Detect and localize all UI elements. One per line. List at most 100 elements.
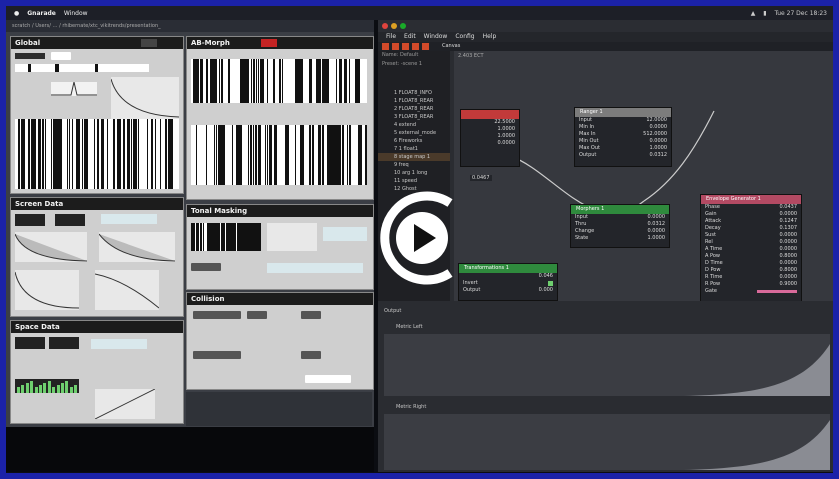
sidebar-item[interactable]: 7 1 float1 bbox=[378, 145, 450, 153]
global-toggle[interactable] bbox=[141, 39, 157, 47]
menu-file[interactable]: File bbox=[386, 32, 396, 42]
node-value[interactable]: 0.046 bbox=[539, 273, 553, 280]
menu-window[interactable]: Window bbox=[64, 10, 88, 17]
canvas-tab[interactable]: Canvas bbox=[442, 43, 460, 49]
close-icon[interactable] bbox=[382, 23, 388, 29]
sidebar-item[interactable]: 4 extend bbox=[378, 121, 450, 129]
node-row: Invert bbox=[459, 280, 557, 287]
tool-button-1[interactable] bbox=[382, 43, 389, 50]
scope-pane-title: Output bbox=[384, 308, 402, 314]
node-label: Input bbox=[579, 117, 592, 123]
sidebar-item[interactable]: 8 stage map 1 bbox=[378, 153, 450, 161]
sidebar-item[interactable]: 10 arg 1 long bbox=[378, 169, 450, 177]
collision-control-3[interactable] bbox=[301, 311, 321, 319]
node-value[interactable]: 12.0000 bbox=[646, 117, 667, 124]
node-value[interactable]: 0.0000 bbox=[648, 228, 666, 235]
ab-morph-toggle[interactable] bbox=[261, 39, 277, 47]
max-titlebar: scratch / Users/ … / rhibernate/xtc_viki… bbox=[6, 20, 374, 32]
app-name[interactable]: Gnarade bbox=[27, 10, 56, 17]
global-button[interactable] bbox=[51, 52, 71, 60]
node-morphers-header[interactable]: Morphers 1 bbox=[571, 205, 669, 214]
node-constant-header[interactable] bbox=[461, 110, 519, 119]
node-value[interactable]: 0.0000 bbox=[650, 138, 668, 145]
collision-control-2[interactable] bbox=[247, 311, 267, 319]
sidebar-item[interactable]: 5 external_mode bbox=[378, 129, 450, 137]
node-value[interactable]: 0.0312 bbox=[648, 221, 666, 228]
node-constant[interactable]: 22.5000 1.0000 1.0000 0.0000 bbox=[460, 109, 520, 167]
node-canvas[interactable]: 2.403 ECT 22.5000 1.0000 1.0000 0.0000 0… bbox=[454, 51, 833, 301]
sidebar-item[interactable]: 3 FLOAT8_REAR bbox=[378, 113, 450, 121]
scope-2-label[interactable]: Metric Right bbox=[396, 404, 426, 410]
menu-help[interactable]: Help bbox=[483, 32, 497, 42]
wifi-icon[interactable]: ▲ bbox=[751, 10, 756, 17]
clock[interactable]: Tue 27 Dec 18:23 bbox=[774, 10, 827, 17]
node-ranger[interactable]: Ranger 1 Input 12.0000 Min In 0.0000 Max I… bbox=[574, 107, 672, 167]
menu-edit[interactable]: Edit bbox=[404, 32, 416, 42]
node-value[interactable]: 0.0000 bbox=[780, 260, 798, 267]
node-value[interactable]: 0.8000 bbox=[780, 253, 798, 260]
node-value[interactable]: 0.0312 bbox=[650, 152, 668, 159]
tool-button-2[interactable] bbox=[392, 43, 399, 50]
tonal-field[interactable] bbox=[267, 263, 363, 273]
tool-button-3[interactable] bbox=[402, 43, 409, 50]
node-morphers[interactable]: Morphers 1 Input 0.0000 Thru 0.0312 Change… bbox=[570, 204, 670, 248]
node-value[interactable]: 0.9000 bbox=[780, 281, 798, 288]
node-value[interactable]: 1.0000 bbox=[498, 133, 516, 140]
menu-config[interactable]: Config bbox=[455, 32, 474, 42]
node-label: R Pow bbox=[705, 281, 721, 287]
battery-icon[interactable]: ▮ bbox=[763, 10, 766, 17]
node-value[interactable]: 0.1247 bbox=[780, 218, 798, 225]
collision-control-1[interactable] bbox=[193, 311, 241, 319]
minimize-icon[interactable] bbox=[391, 23, 397, 29]
invert-checkbox[interactable] bbox=[548, 281, 553, 286]
scope-1-label[interactable]: Metric Left bbox=[396, 324, 423, 330]
collision-control-4[interactable] bbox=[193, 351, 241, 359]
node-value[interactable]: 0.0000 bbox=[650, 124, 668, 131]
node-value[interactable]: 1.0000 bbox=[648, 235, 666, 242]
node-value[interactable]: 0.0000 bbox=[780, 232, 798, 239]
node-label: D Pow bbox=[705, 267, 721, 273]
menu-window[interactable]: Window bbox=[424, 32, 448, 42]
node-transformations-header[interactable]: Transformations 1 bbox=[459, 264, 557, 273]
node-value[interactable]: 512.0000 bbox=[643, 131, 667, 138]
tonal-slider[interactable] bbox=[323, 227, 367, 241]
node-value[interactable]: 0.0000 bbox=[780, 274, 798, 281]
global-dropdown[interactable] bbox=[15, 53, 45, 59]
tool-button-4[interactable] bbox=[412, 43, 419, 50]
tonal-button[interactable] bbox=[191, 263, 221, 271]
node-row: Output 0.0312 bbox=[575, 152, 671, 159]
collision-control-5[interactable] bbox=[301, 351, 321, 359]
sidebar-item[interactable]: 1 FLOAT8_REAR bbox=[378, 97, 450, 105]
node-value[interactable]: 1.0000 bbox=[498, 126, 516, 133]
node-value[interactable]: 0.0000 bbox=[780, 211, 798, 218]
node-envelope[interactable]: Envelope Generator 1 Phase 0.0437 Gain 0.0… bbox=[700, 194, 802, 301]
play-circle-logo-icon[interactable] bbox=[372, 183, 472, 293]
node-transformations[interactable]: Transformations 1 0.046 Invert Output 0.0… bbox=[458, 263, 558, 301]
zoom-icon[interactable] bbox=[400, 23, 406, 29]
node-value[interactable]: 0.1307 bbox=[780, 225, 798, 232]
node-envelope-header[interactable]: Envelope Generator 1 bbox=[701, 195, 801, 204]
node-row: 22.5000 bbox=[461, 119, 519, 126]
node-value[interactable]: 0.0000 bbox=[648, 214, 666, 221]
sidebar-preset[interactable]: Preset: -scene 1 bbox=[378, 60, 450, 69]
node-value[interactable]: 0.0437 bbox=[780, 204, 798, 211]
screen-data-header: Screen Data bbox=[11, 198, 183, 210]
node-value[interactable]: 22.5000 bbox=[494, 119, 515, 126]
node-value[interactable]: 1.0000 bbox=[650, 145, 668, 152]
node-value[interactable]: 0.0000 bbox=[780, 239, 798, 246]
sidebar-item[interactable]: 1 FLOAT8_INFO bbox=[378, 89, 450, 97]
global-meter bbox=[51, 82, 97, 96]
node-value[interactable]: 0.000 bbox=[539, 287, 553, 294]
node-value[interactable]: 0.0000 bbox=[780, 246, 798, 253]
node-row: Input 12.0000 bbox=[575, 117, 671, 124]
collision-reset-button[interactable] bbox=[305, 375, 351, 383]
sidebar-item[interactable]: 6 Fireworks bbox=[378, 137, 450, 145]
sidebar-item[interactable]: 9 freq bbox=[378, 161, 450, 169]
tool-button-5[interactable] bbox=[422, 43, 429, 50]
node-label: Input bbox=[575, 214, 588, 220]
apple-icon[interactable]: ● bbox=[14, 10, 19, 17]
node-ranger-header[interactable]: Ranger 1 bbox=[575, 108, 671, 117]
node-value[interactable]: 0.8000 bbox=[780, 267, 798, 274]
sidebar-item[interactable]: 2 FLOAT8_REAR bbox=[378, 105, 450, 113]
node-value[interactable]: 0.0000 bbox=[498, 140, 516, 147]
